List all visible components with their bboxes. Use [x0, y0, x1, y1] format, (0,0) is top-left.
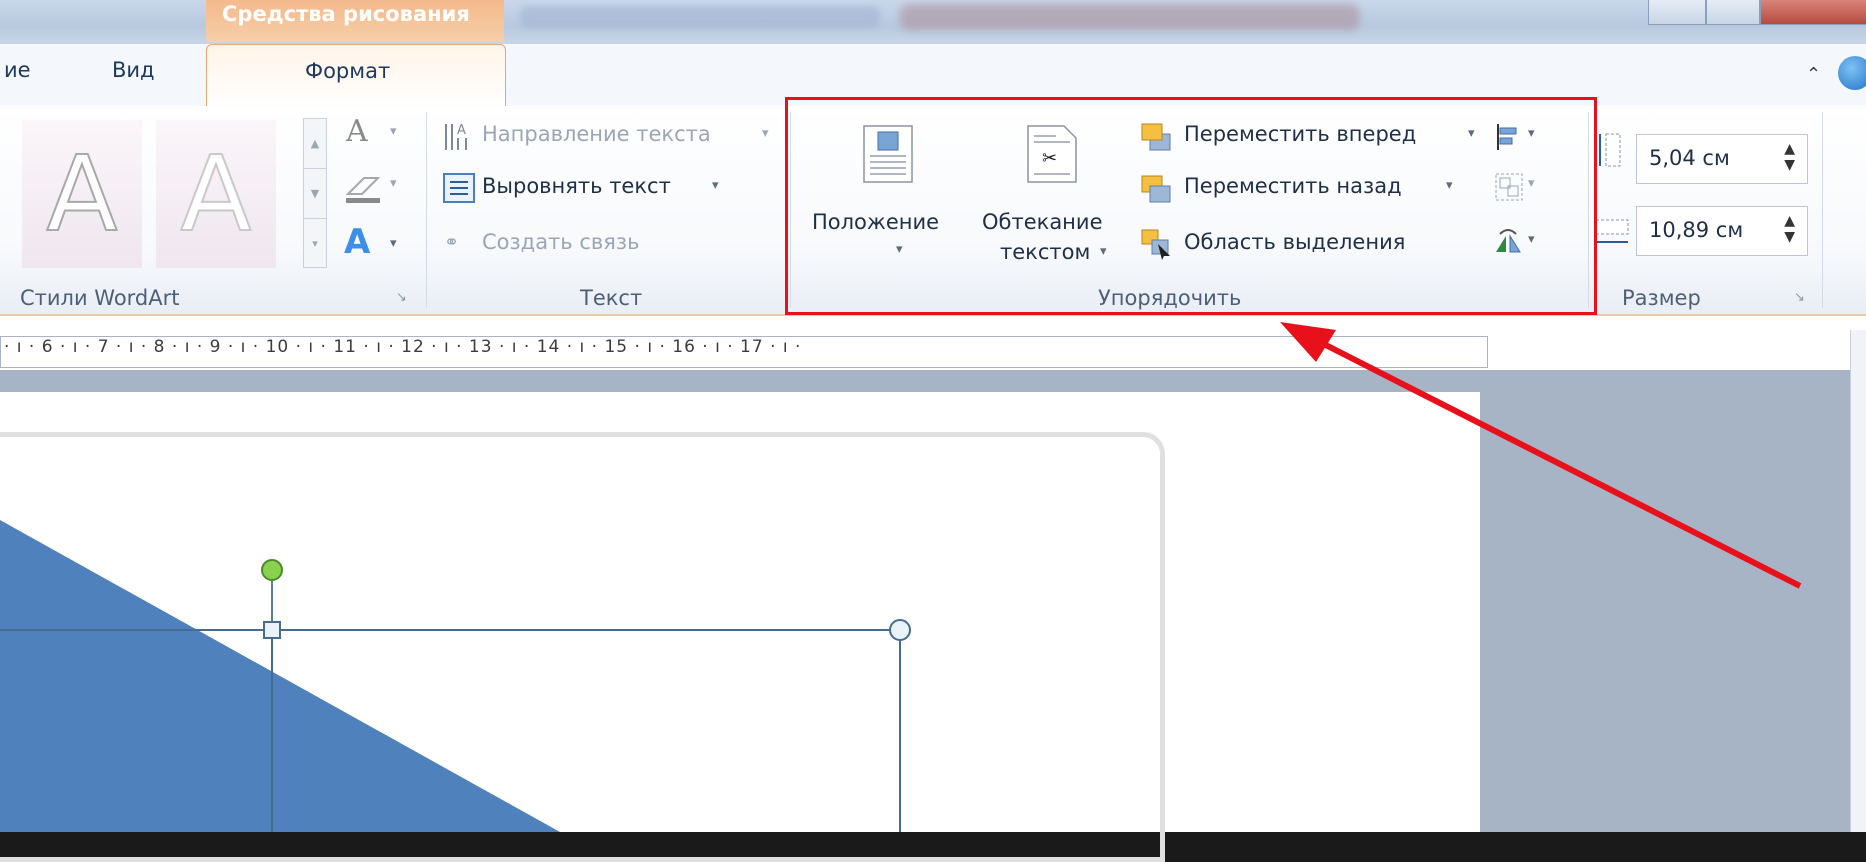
wordart-style-1[interactable]: A [22, 120, 142, 268]
scroll-up-icon[interactable]: ▲ [304, 119, 326, 169]
dropdown-arrow-icon[interactable]: ▾ [390, 124, 397, 139]
annotation-arrow-icon [1280, 322, 1802, 589]
group-label-wordart: Стили WordArt [20, 286, 180, 310]
align-text-button[interactable]: Выровнять текст [482, 174, 671, 198]
wordart-style-2[interactable]: A [156, 120, 276, 268]
text-fill-icon[interactable]: A [346, 114, 368, 149]
group-label-text: Текст [580, 286, 643, 310]
title-blur [520, 6, 880, 28]
create-link-button[interactable]: Создать связь [482, 230, 639, 254]
collapse-ribbon-icon[interactable]: ⌃ [1806, 64, 1821, 85]
svg-text:A: A [457, 123, 466, 138]
highlight-rectangle [785, 97, 1597, 315]
shape-height-value: 5,04 см [1649, 146, 1730, 170]
text-effects-icon[interactable]: A [344, 222, 370, 262]
shape-height-input[interactable]: 5,04 см ▲ ▼ [1636, 134, 1808, 184]
scroll-down-icon[interactable]: ▼ [304, 169, 326, 219]
align-text-icon[interactable] [442, 172, 476, 204]
resize-handle [263, 621, 281, 639]
shape-height-icon[interactable] [1594, 130, 1624, 170]
dropdown-arrow-icon[interactable]: ▾ [712, 178, 719, 193]
link-icon[interactable]: ⚭ [444, 232, 459, 253]
text-direction-icon[interactable]: A [442, 120, 476, 152]
dialog-launcher-icon[interactable]: ↘ [1794, 290, 1805, 305]
resize-handle [889, 619, 911, 641]
shape-width-input[interactable]: 10,89 см ▲ ▼ [1636, 206, 1808, 256]
maximize-window-button[interactable] [1706, 0, 1760, 25]
tab-format-label: Формат [305, 59, 391, 83]
text-outline-icon[interactable] [344, 172, 384, 204]
group-separator [1822, 112, 1823, 308]
minimize-window-button[interactable] [1648, 0, 1706, 25]
text-direction-button[interactable]: Направление текста [482, 122, 711, 146]
dropdown-arrow-icon[interactable]: ▾ [390, 176, 397, 191]
shape-width-icon[interactable] [1594, 218, 1630, 248]
dropdown-arrow-icon[interactable]: ▾ [390, 236, 397, 251]
shape-width-value: 10,89 см [1649, 218, 1744, 242]
tab-format[interactable]: Формат [206, 44, 506, 109]
word-window: Средства рисования ие Вид Формат ⌃ A A ▲… [0, 0, 1866, 862]
drawing-canvas[interactable] [0, 520, 1180, 832]
dialog-launcher-icon[interactable]: ↘ [396, 290, 407, 305]
help-icon[interactable] [1838, 56, 1866, 90]
close-window-button[interactable] [1760, 0, 1866, 25]
tab-review[interactable]: ие [4, 58, 31, 82]
context-tab-header: Средства рисования [206, 0, 504, 42]
group-separator [426, 112, 427, 308]
vertical-scrollbar[interactable] [1850, 330, 1866, 832]
dropdown-arrow-icon[interactable]: ▾ [762, 126, 769, 141]
context-tab-title: Средства рисования [222, 2, 470, 26]
ruler-scale: · ı · 6 · ı · 7 · ı · 8 · ı · 9 · ı · 10… [4, 337, 802, 357]
spin-arrows-icon[interactable]: ▲ ▼ [1784, 141, 1795, 173]
wordart-gallery-scroll[interactable]: ▲ ▼ ▾ [303, 118, 327, 268]
tab-view[interactable]: Вид [112, 58, 155, 82]
gallery-more-icon[interactable]: ▾ [304, 219, 326, 268]
group-label-size: Размер [1622, 286, 1701, 310]
rotation-handle [261, 559, 283, 581]
spin-arrows-icon[interactable]: ▲ ▼ [1784, 213, 1795, 245]
title-blur [900, 4, 1360, 30]
